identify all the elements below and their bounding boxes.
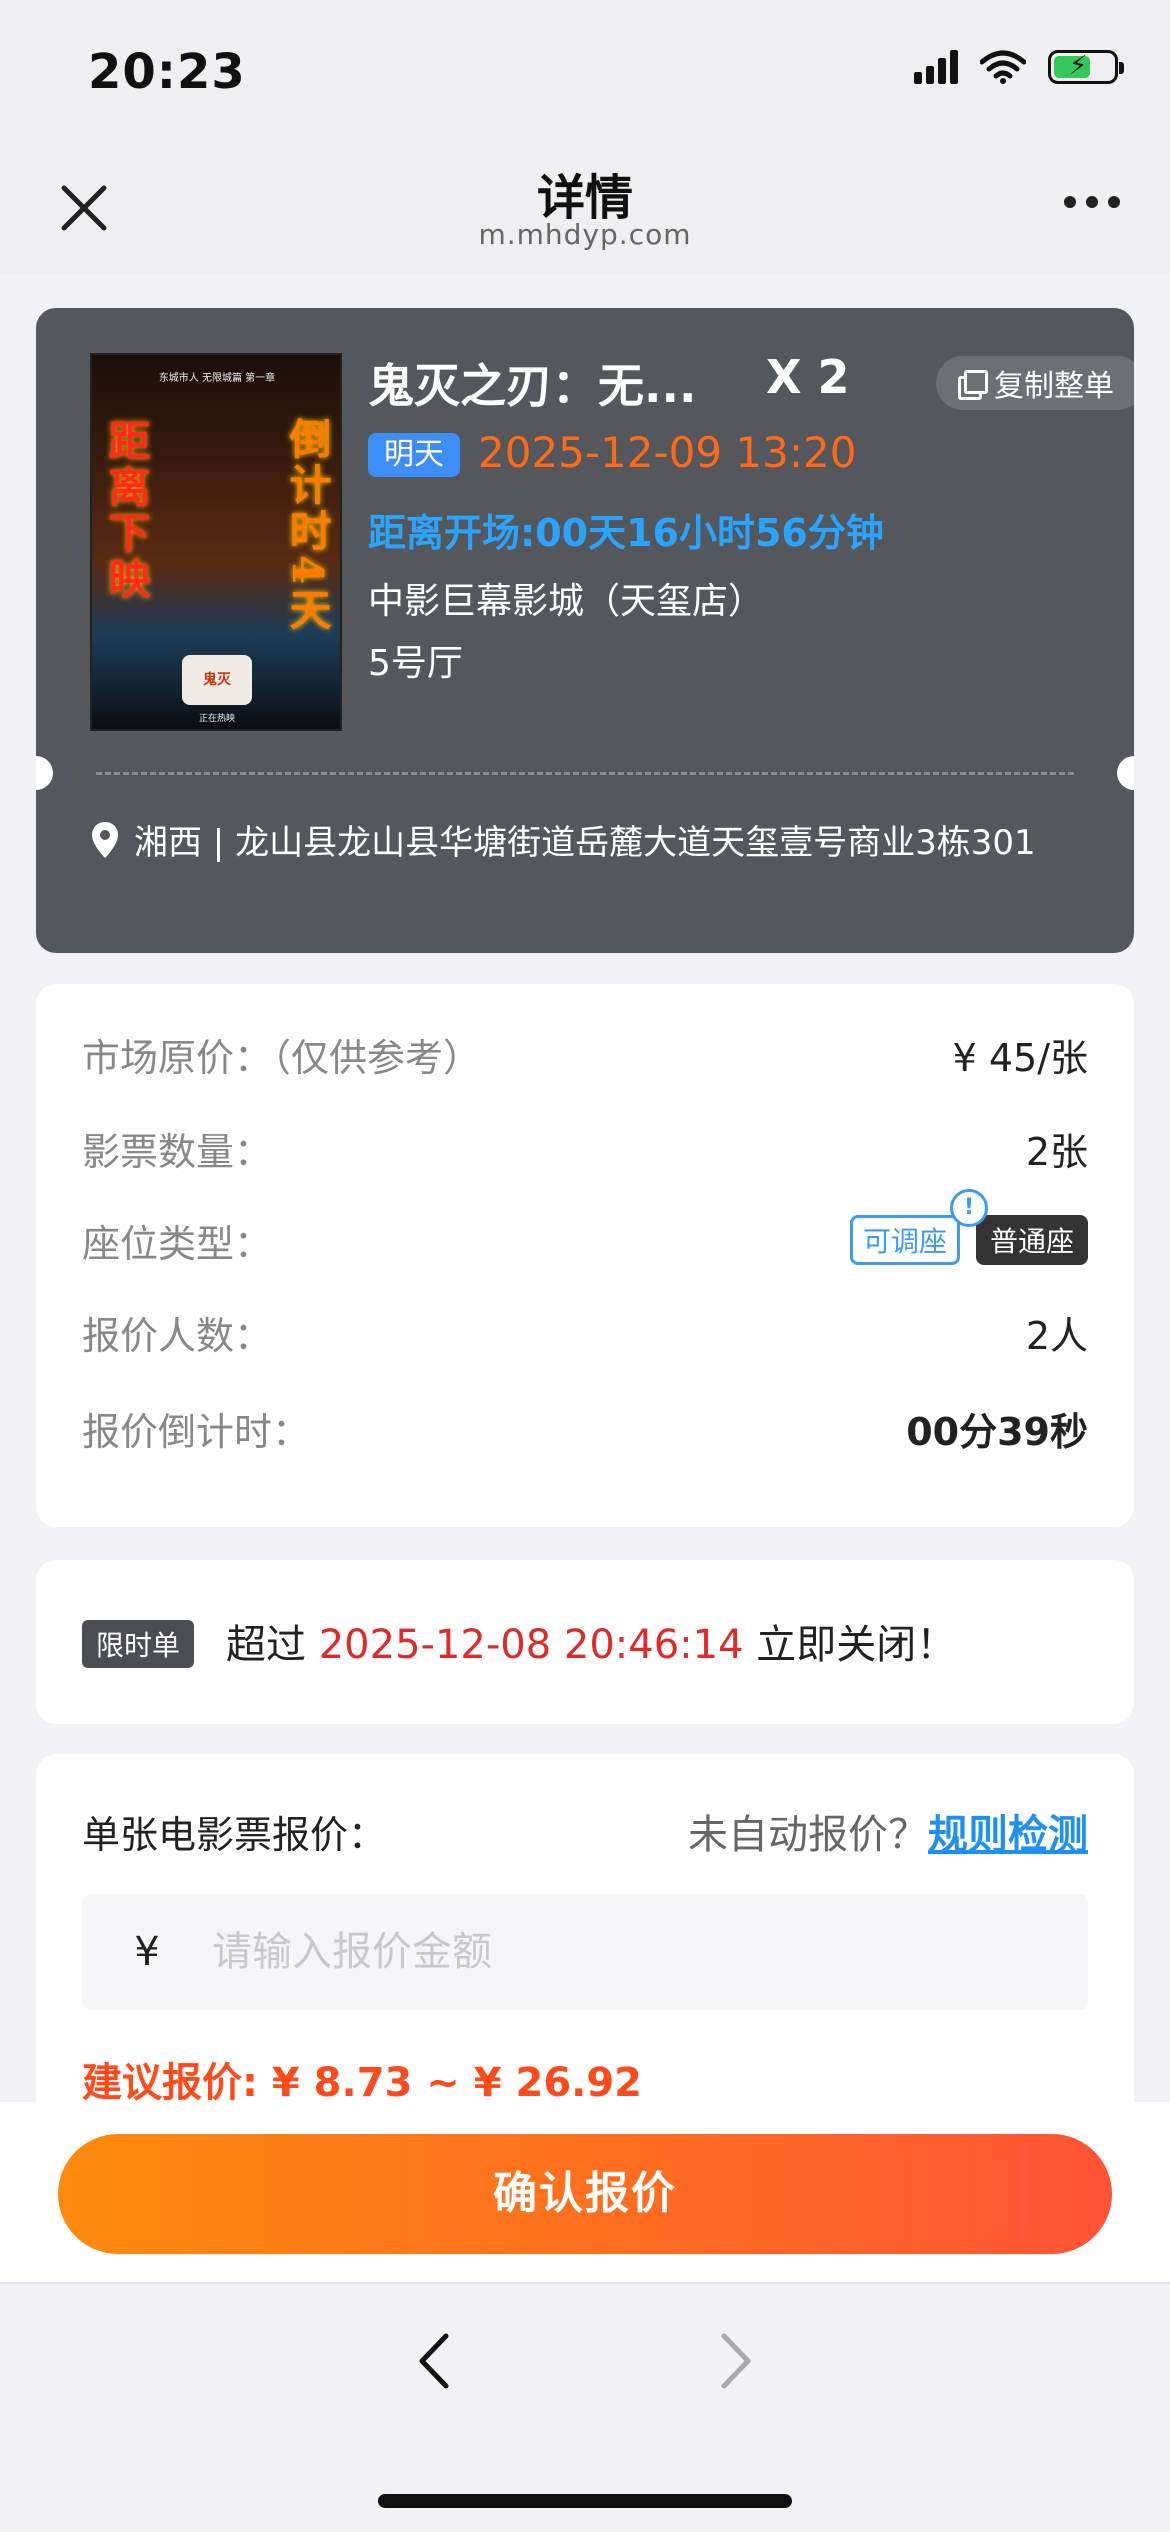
auto-quote-question: 未自动报价？ (688, 1812, 928, 1858)
nav-bar: 详情 m.mhdyp.com (0, 140, 1170, 274)
currency-symbol: ¥ (134, 1929, 160, 1975)
bidders-value: 2人 (1025, 1313, 1088, 1358)
copy-icon (958, 370, 988, 400)
limited-time-tag: 限时单 (82, 1620, 195, 1668)
cellular-signal-icon (914, 50, 958, 84)
ticket-quantity: X 2 (766, 350, 850, 404)
status-bar: 20:23 ⚡ (0, 0, 1170, 140)
home-indicator[interactable] (378, 2494, 792, 2508)
market-price-label: 市场原价：（仅供参考） (82, 1035, 482, 1080)
status-icons: ⚡ (914, 50, 1124, 84)
address-text: 湘西 | 龙山县龙山县华塘街道岳麓大道天玺壹号商业3栋301 (134, 823, 1036, 863)
ticket-card: 东城市人 无限城篇 第一章 距离下映 倒计时4天 鬼灭 正在热映 鬼灭之刃：无.… (36, 308, 1134, 953)
ticket-divider (96, 772, 1074, 775)
more-icon[interactable] (1064, 196, 1120, 208)
poster-top-text: 东城市人 无限城篇 第一章 (158, 373, 276, 384)
hall-name: 5号厅 (368, 643, 463, 684)
bid-countdown-value: 00分39秒 (906, 1409, 1088, 1454)
bidders-label: 报价人数： (82, 1313, 273, 1358)
cinema-address: 湘西 | 龙山县龙山县华塘街道岳麓大道天玺壹号商业3栋301 (90, 820, 1090, 865)
browser-toolbar (0, 2282, 1170, 2532)
battery-icon: ⚡ (1048, 50, 1124, 84)
seat-type-label: 座位类型： (82, 1221, 273, 1266)
confirm-area: 确认报价 (0, 2102, 1170, 2282)
day-badge: 明天 (368, 433, 460, 477)
forward-icon[interactable] (700, 2326, 770, 2396)
poster-logo: 鬼灭 (182, 655, 252, 705)
ticket-notch-left (36, 756, 53, 790)
quote-input-box[interactable]: ¥ (82, 1894, 1088, 2010)
quote-amount-input[interactable] (212, 1929, 1088, 1975)
bidders-row: 报价人数： 2人 (82, 1302, 1088, 1362)
copy-order-label: 复制整单 (994, 369, 1114, 404)
ticket-notch-right (1117, 756, 1134, 790)
back-icon[interactable] (400, 2326, 470, 2396)
location-pin-icon (92, 822, 118, 858)
bid-countdown-row: 报价倒计时： 00分39秒 (82, 1398, 1088, 1458)
poster-bottom-text: 正在热映 (198, 714, 235, 724)
quote-label: 单张电影票报价： (82, 1813, 387, 1857)
confirm-quote-button[interactable]: 确认报价 (58, 2134, 1112, 2254)
market-price-row: 市场原价：（仅供参考） ¥ 45/张 (82, 1024, 1088, 1084)
movie-poster: 东城市人 无限城篇 第一章 距离下映 倒计时4天 鬼灭 正在热映 (90, 353, 342, 731)
ticket-count-value: 2张 (1025, 1129, 1088, 1174)
normal-seat-tag: 普通座 (975, 1215, 1088, 1265)
limited-close-time: 2025-12-08 20:46:14 (318, 1622, 744, 1668)
limited-time-card: 限时单 超过 2025-12-08 20:46:14 立即关闭！ (36, 1560, 1134, 1724)
limited-suffix: 立即关闭！ (756, 1622, 957, 1668)
copy-order-button[interactable]: 复制整单 (936, 356, 1134, 410)
page-url: m.mhdyp.com (478, 218, 692, 251)
show-countdown: 距离开场:00天16小时56分钟 (368, 511, 884, 555)
order-info-card: 市场原价：（仅供参考） ¥ 45/张 影票数量： 2张 座位类型： 可调座 ! … (36, 984, 1134, 1527)
cinema-name: 中影巨幕影城（天玺店） (368, 581, 765, 622)
wifi-icon (980, 50, 1026, 84)
suggested-price: 建议报价: ¥ 8.73 ~ ¥ 26.92 (82, 2060, 643, 2106)
seat-tags: 可调座 ! 普通座 (849, 1189, 1088, 1265)
movie-title: 鬼灭之刃：无... (368, 359, 697, 413)
ticket-count-row: 影票数量： 2张 (82, 1118, 1088, 1178)
limited-time-text: 超过 2025-12-08 20:46:14 立即关闭！ (226, 1612, 956, 1670)
poster-left-text: 距离下映 (102, 419, 151, 603)
rule-check-link[interactable]: 规则检测 (928, 1812, 1088, 1858)
poster-right-text: 倒计时4天 (283, 417, 332, 635)
bid-countdown-label: 报价倒计时： (82, 1409, 311, 1454)
limited-prefix: 超过 (226, 1622, 306, 1668)
seat-type-row: 座位类型： 可调座 ! 普通座 (82, 1189, 1088, 1270)
adjustable-seat-tag[interactable]: 可调座 (849, 1215, 960, 1265)
info-icon[interactable]: ! (949, 1189, 988, 1227)
market-price-value: ¥ 45/张 (952, 1035, 1088, 1080)
status-time: 20:23 (88, 44, 246, 100)
auto-quote-hint: 未自动报价？规则检测 (688, 1802, 1088, 1860)
show-time: 2025-12-09 13:20 (478, 428, 857, 477)
ticket-count-label: 影票数量： (82, 1129, 273, 1174)
